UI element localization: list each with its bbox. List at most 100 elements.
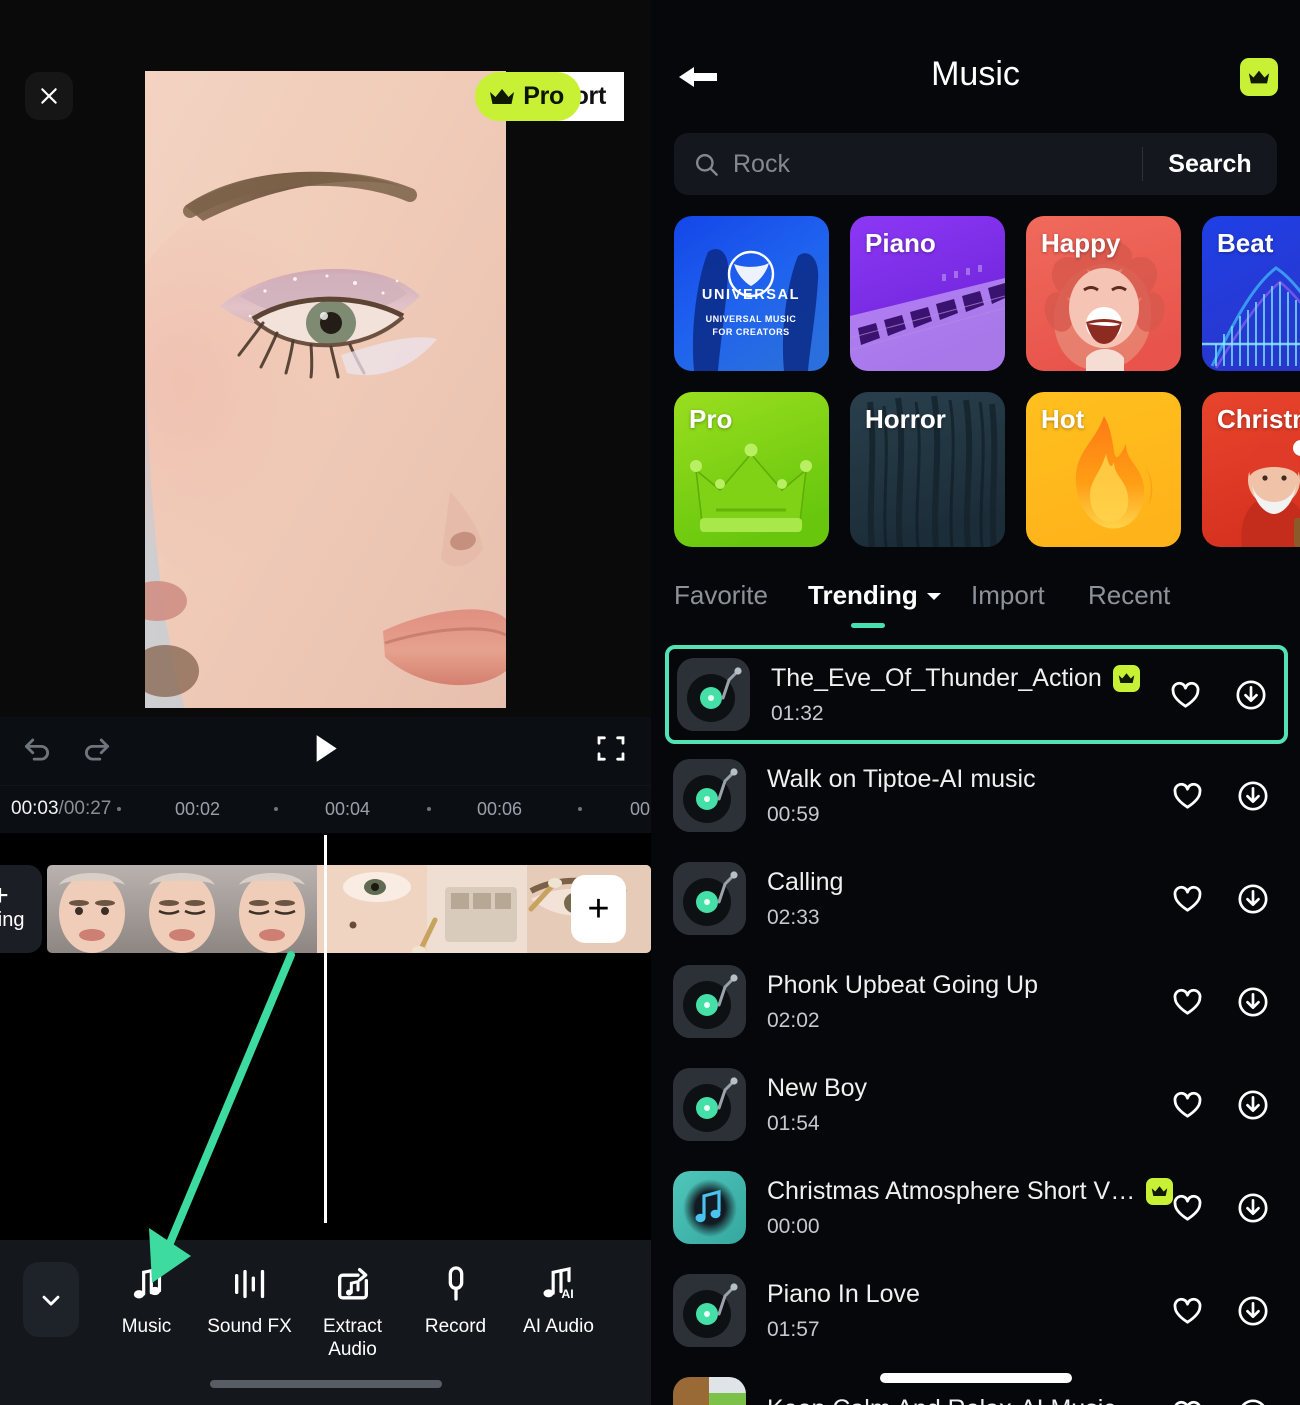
- tool-sound-fx-label: Sound FX: [207, 1316, 292, 1337]
- add-clip-button[interactable]: +: [571, 875, 626, 943]
- tab-recent[interactable]: Recent: [1088, 580, 1170, 611]
- track-duration: 02:33: [767, 905, 820, 929]
- play-button[interactable]: [305, 729, 345, 774]
- table-row[interactable]: New Boy 01:54: [651, 1053, 1300, 1156]
- tool-music[interactable]: Music: [95, 1262, 198, 1361]
- table-row[interactable]: Christmas Atmosphere Short V… 00:00: [651, 1156, 1300, 1259]
- track-thumbnail: [673, 1068, 746, 1141]
- tab-trending-label: Trending: [808, 580, 918, 610]
- music-track-list[interactable]: The_Eve_Of_Thunder_Action 01:32 Walk on …: [651, 645, 1300, 1405]
- pro-button[interactable]: Pro: [475, 72, 581, 121]
- track-info: Calling 02:33: [767, 868, 1171, 930]
- category-hot-label: Hot: [1041, 404, 1085, 434]
- close-button[interactable]: [25, 72, 73, 120]
- fullscreen-button[interactable]: [595, 733, 627, 770]
- track-info: Christmas Atmosphere Short V… 00:00: [767, 1177, 1174, 1239]
- scroll-indicator[interactable]: [879, 1373, 1072, 1383]
- download-button[interactable]: [1236, 1397, 1270, 1405]
- search-bar[interactable]: Search: [674, 133, 1277, 195]
- download-button[interactable]: [1236, 1191, 1270, 1225]
- table-row[interactable]: Piano In Love 01:57: [651, 1259, 1300, 1362]
- favorite-button[interactable]: [1171, 882, 1204, 915]
- favorite-button[interactable]: [1169, 678, 1202, 711]
- download-button[interactable]: [1236, 1088, 1270, 1122]
- category-happy[interactable]: Happy: [1026, 216, 1181, 371]
- favorite-button[interactable]: [1171, 1397, 1204, 1405]
- download-button[interactable]: [1236, 1294, 1270, 1328]
- video-preview[interactable]: [145, 71, 506, 708]
- collapse-toolbar-button[interactable]: [23, 1262, 79, 1337]
- track-thumbnail: [673, 1377, 746, 1405]
- category-universal[interactable]: UNIVERSAL UNIVERSAL MUSIC FOR CREATORS: [674, 216, 829, 371]
- download-button[interactable]: [1236, 882, 1270, 916]
- tab-recent-label: Recent: [1088, 580, 1171, 610]
- tool-record[interactable]: Record: [404, 1262, 507, 1361]
- tab-import[interactable]: Import: [971, 580, 1045, 611]
- favorite-button[interactable]: [1171, 1294, 1204, 1327]
- home-indicator: [209, 1380, 442, 1388]
- ruler-dot: [427, 807, 431, 811]
- tool-ai-audio[interactable]: AI AI Audio: [507, 1262, 610, 1361]
- page-title: Music: [931, 55, 1020, 93]
- sound-fx-icon: [230, 1262, 270, 1306]
- track-title: Piano In Love: [767, 1279, 920, 1308]
- category-pro[interactable]: Pro: [674, 392, 829, 547]
- favorite-button[interactable]: [1171, 985, 1204, 1018]
- track-duration: 00:00: [767, 1214, 820, 1238]
- search-button[interactable]: Search: [1143, 150, 1277, 179]
- pro-crown-badge[interactable]: [1240, 58, 1278, 96]
- table-row[interactable]: Phonk Upbeat Going Up 02:02: [651, 950, 1300, 1053]
- playhead[interactable]: [324, 835, 327, 1223]
- redo-button[interactable]: [80, 732, 114, 771]
- tab-trending[interactable]: Trending: [808, 580, 942, 611]
- category-happy-label: Happy: [1041, 228, 1121, 258]
- favorite-button[interactable]: [1171, 1191, 1204, 1224]
- preview-frame-image: [145, 71, 506, 708]
- track-info: Phonk Upbeat Going Up 02:02: [767, 971, 1171, 1033]
- search-input[interactable]: [733, 149, 1142, 179]
- download-button[interactable]: [1236, 779, 1270, 813]
- tool-extract-audio[interactable]: Extract Audio: [301, 1262, 404, 1361]
- track-thumbnail: [673, 1171, 746, 1244]
- category-row-1: UNIVERSAL UNIVERSAL MUSIC FOR CREATORS P…: [674, 216, 1300, 371]
- crown-icon: [1151, 1185, 1168, 1196]
- tab-favorite[interactable]: Favorite: [674, 580, 768, 611]
- category-piano[interactable]: Piano: [850, 216, 1005, 371]
- timeline-clips[interactable]: [47, 865, 651, 953]
- tab-import-label: Import: [971, 580, 1045, 610]
- music-notes-icon: [127, 1262, 167, 1306]
- play-icon: [316, 735, 337, 762]
- close-icon: [41, 88, 57, 104]
- category-hot[interactable]: Hot: [1026, 392, 1181, 547]
- svg-text:UNIVERSAL MUSIC: UNIVERSAL MUSIC: [706, 314, 797, 324]
- track-title-row: Christmas Atmosphere Short V…: [767, 1177, 1174, 1206]
- download-button[interactable]: [1236, 985, 1270, 1019]
- download-icon: [1238, 780, 1268, 811]
- timeline-ruler[interactable]: 00:03/00:27 00:02 00:04 00:06 00: [0, 785, 651, 833]
- transport-bar: [0, 717, 651, 785]
- category-beat[interactable]: Beat: [1202, 216, 1300, 371]
- table-row[interactable]: Keep Calm And Relax-AI Music: [651, 1362, 1300, 1405]
- timeline-opening-tab[interactable]: + ening: [0, 865, 42, 953]
- download-button[interactable]: [1234, 678, 1268, 712]
- ruler-tick-0: 00:02: [175, 799, 221, 819]
- favorite-button[interactable]: [1171, 1088, 1204, 1121]
- track-title-row: Keep Calm And Relax-AI Music: [767, 1395, 1171, 1405]
- category-christmas[interactable]: Christmas: [1202, 392, 1300, 547]
- table-row[interactable]: Calling 02:33: [651, 847, 1300, 950]
- table-row[interactable]: The_Eve_Of_Thunder_Action 01:32: [665, 645, 1288, 744]
- toolbar-items: Music Sound FX Extract Audio Record AI A…: [95, 1262, 610, 1361]
- undo-button[interactable]: [20, 732, 54, 771]
- timeline-clip-1[interactable]: [47, 865, 317, 953]
- track-title: The_Eve_Of_Thunder_Action: [771, 663, 1102, 692]
- track-thumbnail: [673, 759, 746, 832]
- tool-sound-fx[interactable]: Sound FX: [198, 1262, 301, 1361]
- chevron-down-icon: [42, 1295, 60, 1305]
- ruler-tick-1: 00:04: [325, 799, 371, 819]
- category-horror[interactable]: Horror: [850, 392, 1005, 547]
- extract-audio-icon: [333, 1262, 373, 1306]
- favorite-button[interactable]: [1171, 779, 1204, 812]
- table-row[interactable]: Walk on Tiptoe-AI music 00:59: [651, 744, 1300, 847]
- track-title-row: Walk on Tiptoe-AI music: [767, 765, 1171, 794]
- heart-icon: [1173, 782, 1202, 809]
